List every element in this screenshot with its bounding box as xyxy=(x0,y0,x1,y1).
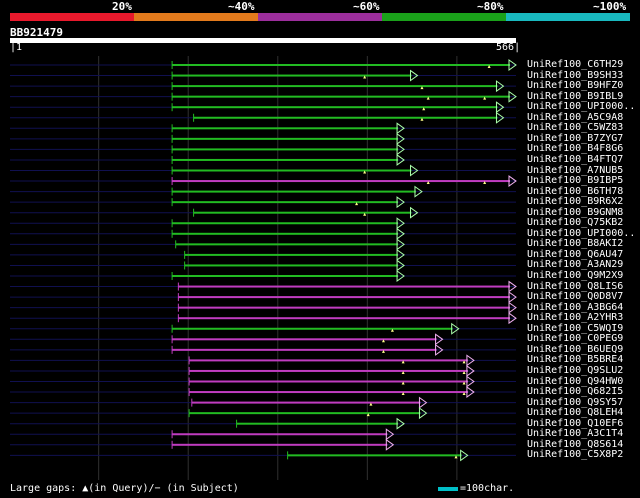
hit-bar xyxy=(287,454,462,457)
hit-label[interactable]: UniRef100_Q0D8V7 xyxy=(527,291,623,302)
hit-bar xyxy=(172,64,510,66)
hit-label[interactable]: UniRef100_C5WQI9 xyxy=(527,323,623,334)
hit-label[interactable]: UniRef100_B9IBP5 xyxy=(527,175,623,186)
hit-bar xyxy=(172,74,412,77)
hit-label[interactable]: UniRef100_B4FTQ7 xyxy=(527,154,623,165)
hit-label[interactable]: UniRef100_A7NUB5 xyxy=(527,165,623,176)
hit-label[interactable]: UniRef100_Q8S614 xyxy=(527,439,623,450)
hit-label[interactable]: UniRef100_B7ZYG7 xyxy=(527,133,623,144)
hit-label[interactable]: UniRef100_Q9M2X9 xyxy=(527,270,623,281)
hit-bar xyxy=(189,359,468,362)
hit-bar xyxy=(178,317,510,320)
hit-bar xyxy=(172,338,437,341)
gaps-legend: Large gaps: ▲(in Query)/− (in Subject) xyxy=(10,483,239,494)
hit-label[interactable]: UniRef100_B9GNM8 xyxy=(527,207,623,218)
scale-legend: =100char. xyxy=(460,483,515,494)
hit-bar xyxy=(172,95,510,98)
hit-label[interactable]: UniRef100_B4F8G6 xyxy=(527,143,623,154)
hit-label[interactable]: UniRef100_Q682I5 xyxy=(527,386,623,397)
hit-bar xyxy=(178,296,510,299)
hit-label[interactable]: UniRef100_Q6AU47 xyxy=(527,249,623,260)
hit-bar xyxy=(172,348,437,351)
hit-bar xyxy=(172,201,399,204)
hit-bar xyxy=(172,158,399,161)
hit-bar xyxy=(189,391,468,394)
hit-label[interactable]: UniRef100_Q9SLU2 xyxy=(527,365,623,376)
hit-label[interactable]: UniRef100_C5X8P2 xyxy=(527,449,623,460)
hit-label[interactable]: UniRef100_B9IBL9 xyxy=(527,91,623,102)
hit-bar xyxy=(189,412,421,415)
hit-bar xyxy=(172,433,388,436)
hit-bar xyxy=(191,401,421,404)
hit-bar xyxy=(172,127,399,130)
hit-bar xyxy=(189,380,468,383)
hit-bar xyxy=(175,243,399,246)
hit-bar xyxy=(178,285,510,288)
hit-label[interactable]: UniRef100_Q94HW0 xyxy=(527,376,623,387)
hit-label[interactable]: UniRef100_C6TH29 xyxy=(527,59,623,70)
hit-label[interactable]: UniRef100_B8AKI2 xyxy=(527,238,623,249)
hit-bar xyxy=(172,443,388,446)
hit-bar xyxy=(172,106,498,109)
hit-bar xyxy=(178,306,510,309)
hit-bar xyxy=(189,369,468,372)
hit-label[interactable]: UniRef100_C0PEG9 xyxy=(527,333,623,344)
hit-label[interactable]: UniRef100_UPI000.. xyxy=(527,101,635,112)
hit-bar xyxy=(193,116,498,119)
hit-label[interactable]: UniRef100_B9R6X2 xyxy=(527,196,623,207)
hit-label[interactable]: UniRef100_A3BG64 xyxy=(527,302,623,313)
hit-label[interactable]: UniRef100_A2YHR3 xyxy=(527,312,623,323)
hit-bar xyxy=(172,232,399,235)
hit-bar xyxy=(172,85,498,88)
hit-bar xyxy=(172,190,416,193)
hit-bar xyxy=(172,169,412,172)
hit-label[interactable]: UniRef100_Q10EF6 xyxy=(527,418,623,429)
hit-label[interactable]: UniRef100_A3C1T4 xyxy=(527,428,623,439)
hit-bar xyxy=(172,148,399,151)
hit-label[interactable]: UniRef100_B6UEQ9 xyxy=(527,344,623,355)
hit-label[interactable]: UniRef100_B9HFZ0 xyxy=(527,80,623,91)
hit-label[interactable]: UniRef100_UPI000.. xyxy=(527,228,635,239)
hit-label[interactable]: UniRef100_Q75KB2 xyxy=(527,217,623,228)
hit-bar xyxy=(184,264,399,267)
hit-bar xyxy=(172,137,399,140)
hit-label[interactable]: UniRef100_A5C9A8 xyxy=(527,112,623,123)
hit-label[interactable]: UniRef100_Q8LEH4 xyxy=(527,407,623,418)
hit-label[interactable]: UniRef100_B6TH78 xyxy=(527,186,623,197)
hit-bar xyxy=(184,253,399,256)
hit-bar xyxy=(172,275,399,277)
hit-label[interactable]: UniRef100_Q9SY57 xyxy=(527,397,623,408)
hit-label[interactable]: UniRef100_A3AN29 xyxy=(527,259,623,270)
hit-label[interactable]: UniRef100_B9SH33 xyxy=(527,70,623,81)
hit-label[interactable]: UniRef100_Q8LIS6 xyxy=(527,281,623,292)
scale-bar xyxy=(438,487,458,491)
hit-bar xyxy=(236,422,399,425)
hit-bar xyxy=(172,222,399,225)
hit-bar xyxy=(172,180,510,183)
hit-label[interactable]: UniRef100_B5BRE4 xyxy=(527,354,623,365)
hit-bar xyxy=(172,327,453,330)
hit-bar xyxy=(193,211,412,214)
hit-label[interactable]: UniRef100_C5WZ83 xyxy=(527,122,623,133)
